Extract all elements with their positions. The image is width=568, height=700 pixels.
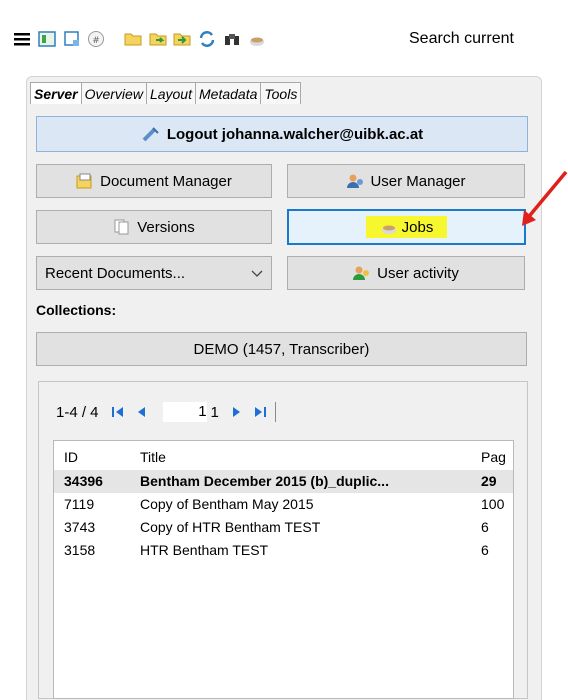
prev-page-icon[interactable]	[135, 405, 149, 419]
export-icon[interactable]	[148, 29, 168, 49]
cell-pages: 100	[481, 496, 505, 512]
page-number-input[interactable]: 1	[162, 402, 207, 422]
cell-title: Copy of Bentham May 2015	[140, 496, 314, 512]
tab-server[interactable]: Server	[30, 82, 82, 104]
refresh-icon[interactable]	[197, 29, 217, 49]
tab-bar: Server Overview Layout Metadata Tools	[30, 82, 302, 104]
user-manager-button[interactable]: User Manager	[287, 164, 525, 198]
next-page-icon[interactable]	[229, 405, 243, 419]
first-page-icon[interactable]	[111, 405, 125, 419]
recent-documents-label: Recent Documents...	[45, 264, 186, 282]
cell-id: 3158	[64, 542, 96, 558]
tab-tools[interactable]: Tools	[260, 82, 302, 104]
collection-selector[interactable]: DEMO (1457, Transcriber)	[36, 332, 527, 366]
logout-label: Logout johanna.walcher@uibk.ac.at	[166, 125, 424, 143]
cell-id: 3743	[64, 519, 96, 535]
user-activity-icon	[353, 266, 370, 280]
logout-button[interactable]: Logout johanna.walcher@uibk.ac.at	[36, 116, 528, 152]
pager-separator	[274, 402, 276, 422]
cell-pages: 6	[481, 519, 489, 535]
document-manager-button[interactable]: Document Manager	[36, 164, 272, 198]
versions-icon	[114, 219, 129, 235]
jobs-cup-icon	[381, 225, 396, 234]
import-icon[interactable]	[172, 29, 192, 49]
table-header: ID Title Pag	[54, 446, 513, 469]
svg-text:#: #	[92, 36, 100, 46]
collections-label: Collections:	[36, 302, 117, 318]
collection-value: DEMO (1457, Transcriber)	[193, 340, 370, 358]
user-manager-icon	[347, 174, 364, 188]
toolbar: # Search current	[0, 0, 568, 80]
document-manager-label: Document Manager	[100, 172, 232, 190]
recent-documents-dropdown[interactable]: Recent Documents...	[36, 256, 272, 290]
chevron-down-icon	[251, 270, 263, 277]
jobs-cup-icon[interactable]	[247, 29, 267, 49]
table-row[interactable]: 3158 HTR Bentham TEST 6	[54, 539, 513, 562]
header-id[interactable]: ID	[64, 446, 134, 469]
tab-overview[interactable]: Overview	[80, 82, 147, 104]
table-row[interactable]: 3743 Copy of HTR Bentham TEST 6	[54, 516, 513, 539]
plug-icon	[142, 127, 159, 142]
cell-pages: 6	[481, 542, 489, 558]
versions-label: Versions	[137, 218, 195, 236]
header-pages[interactable]: Pag	[481, 446, 513, 469]
documents-table: ID Title Pag 34396 Bentham December 2015…	[53, 440, 514, 699]
pager-range: 1-4 / 4	[56, 403, 99, 421]
versions-button[interactable]: Versions	[36, 210, 272, 244]
cell-title: Copy of HTR Bentham TEST	[140, 519, 321, 535]
folder-icon[interactable]	[123, 29, 143, 49]
page-total: 1	[210, 403, 219, 421]
page-icon[interactable]	[62, 29, 82, 49]
tab-metadata[interactable]: Metadata	[195, 82, 262, 104]
cell-title: HTR Bentham TEST	[140, 542, 269, 558]
jobs-button[interactable]: Jobs	[287, 209, 526, 245]
document-manager-icon	[76, 173, 92, 189]
cell-id: 34396	[64, 473, 103, 489]
binoculars-icon[interactable]	[222, 29, 242, 49]
layout-icon[interactable]	[37, 29, 57, 49]
search-input[interactable]: Search current	[403, 26, 568, 52]
cell-id: 7119	[64, 496, 95, 512]
tab-layout[interactable]: Layout	[145, 82, 196, 104]
header-title[interactable]: Title	[140, 446, 480, 469]
jobs-highlight: Jobs	[365, 216, 448, 238]
last-page-icon[interactable]	[253, 405, 267, 419]
cell-title: Bentham December 2015 (b)_duplic...	[140, 473, 389, 489]
cell-pages: 29	[481, 473, 497, 489]
user-manager-label: User Manager	[370, 172, 466, 190]
table-row[interactable]: 34396 Bentham December 2015 (b)_duplic..…	[54, 470, 513, 493]
annotation-arrow-icon	[522, 170, 568, 226]
info-icon[interactable]: #	[86, 29, 106, 49]
table-row[interactable]: 7119 Copy of Bentham May 2015 100	[54, 493, 513, 516]
menu-icon[interactable]	[12, 29, 32, 49]
user-activity-button[interactable]: User activity	[287, 256, 525, 290]
jobs-label: Jobs	[401, 218, 434, 236]
pager: 1-4 / 4 1 1	[56, 400, 276, 424]
user-activity-label: User activity	[377, 264, 459, 282]
